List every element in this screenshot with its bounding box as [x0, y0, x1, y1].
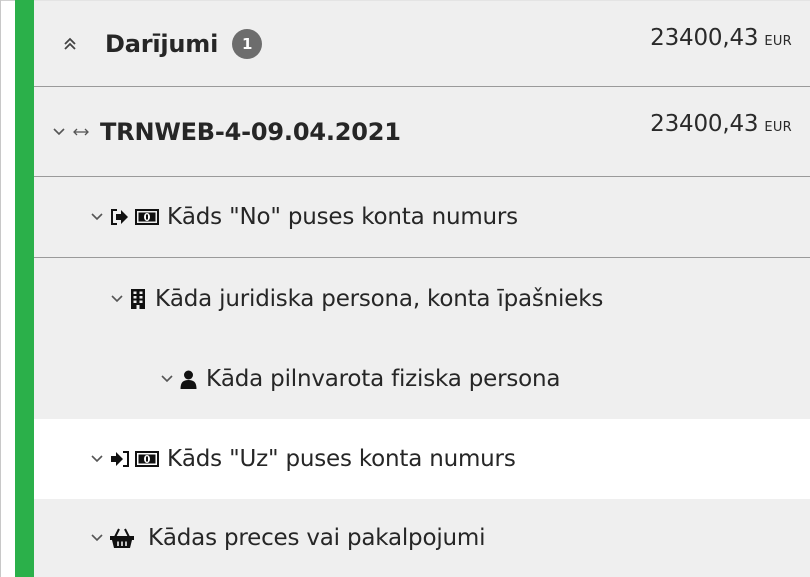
tree-item-label: Kāds "No" puses konta numurs [167, 204, 518, 230]
left-right-arrow-icon [72, 127, 90, 137]
chevron-down-icon[interactable] [90, 452, 104, 466]
chevron-down-icon[interactable] [90, 531, 104, 545]
left-border [0, 0, 1, 577]
tree-list: Darījumi 1 23400,43 EUR TRNWEB-4-09.04.20… [34, 0, 810, 577]
count-badge: 1 [232, 28, 263, 59]
sign-out-icon [110, 208, 130, 226]
transaction-amount: 23400,43 EUR [650, 111, 792, 137]
amount-value: 23400,43 [650, 111, 759, 137]
tree-item-from-account[interactable]: Kāds "No" puses konta numurs [34, 177, 810, 258]
tree-item-goods-services[interactable]: Kādas preces vai pakalpojumi [34, 499, 810, 577]
tree-item-label: Kāda juridiska persona, konta īpašnieks [155, 285, 604, 312]
double-chevron-up-icon[interactable] [61, 35, 79, 53]
tree-item-authorized-person[interactable]: Kāda pilnvarota fiziska persona [34, 339, 810, 419]
tree-item-label: Kāds "Uz" puses konta numurs [167, 446, 516, 472]
tree-item-label: Kādas preces vai pakalpojumi [148, 525, 486, 551]
accent-bar [15, 0, 34, 577]
sign-in-icon [110, 450, 130, 468]
amount-value: 23400,43 [650, 25, 759, 51]
tree-item-to-account[interactable]: Kāds "Uz" puses konta numurs [34, 419, 810, 499]
transaction-id: TRNWEB-4-09.04.2021 [100, 117, 401, 146]
tree-item-legal-entity[interactable]: Kāda juridiska persona, konta īpašnieks [34, 258, 810, 339]
money-bill-icon [135, 451, 159, 467]
section-amount: 23400,43 EUR [650, 25, 792, 51]
section-title: Darījumi [105, 29, 219, 58]
transactions-tree-panel: Darījumi 1 23400,43 EUR TRNWEB-4-09.04.20… [0, 0, 810, 577]
shopping-basket-icon [110, 528, 134, 548]
user-icon [180, 370, 197, 389]
tree-item-label: Kāda pilnvarota fiziska persona [206, 366, 561, 392]
building-icon [130, 288, 146, 309]
transaction-row[interactable]: TRNWEB-4-09.04.2021 23400,43 EUR [34, 87, 810, 177]
currency-label: EUR [764, 120, 792, 135]
money-bill-icon [135, 209, 159, 225]
currency-label: EUR [764, 34, 792, 49]
chevron-down-icon[interactable] [160, 372, 174, 386]
chevron-down-icon[interactable] [110, 292, 124, 306]
chevron-down-icon[interactable] [90, 210, 104, 224]
section-header-darijumi[interactable]: Darījumi 1 23400,43 EUR [34, 0, 810, 87]
chevron-down-icon[interactable] [52, 125, 66, 139]
